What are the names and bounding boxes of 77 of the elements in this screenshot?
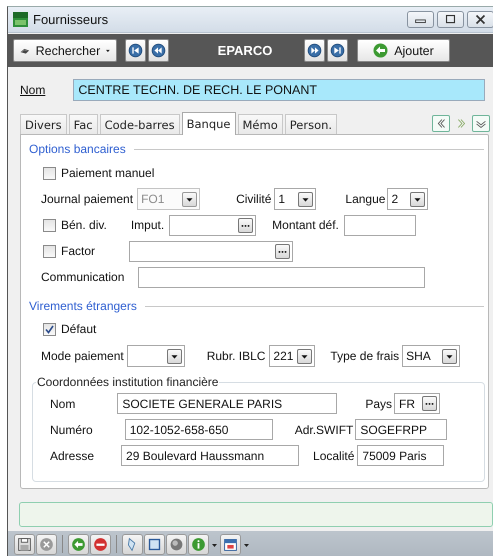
checkbox[interactable] xyxy=(43,218,56,232)
field-label: Journal paiement xyxy=(41,192,134,206)
add-button[interactable]: Ajouter xyxy=(357,39,450,62)
field-label: Communication xyxy=(41,270,124,284)
tab[interactable]: Person. xyxy=(284,114,338,134)
lookup-field[interactable] xyxy=(169,214,256,236)
checkbox[interactable] xyxy=(43,244,56,258)
field-label: Adr.SWIFT xyxy=(294,422,354,436)
close-button[interactable] xyxy=(467,11,493,28)
tab[interactable]: Banque xyxy=(182,112,236,135)
app-icon xyxy=(13,12,28,27)
dropdown[interactable] xyxy=(126,345,185,367)
field-label: Langue xyxy=(345,192,386,206)
checkbox[interactable] xyxy=(43,166,56,180)
field-label: Nom xyxy=(50,396,76,410)
delete-icon[interactable] xyxy=(90,534,111,554)
caret-icon[interactable] xyxy=(410,192,426,206)
field-label: Localité xyxy=(313,448,354,462)
field-label: Nom xyxy=(20,83,46,97)
dropdown[interactable]: 2 xyxy=(387,188,428,210)
calendar-icon[interactable] xyxy=(220,534,241,554)
field-label: Civilité xyxy=(236,192,272,206)
checkbox[interactable] xyxy=(43,322,56,336)
field-label: Adresse xyxy=(50,448,94,462)
field-label: Paiement manuel xyxy=(61,166,154,180)
input-field[interactable]: 29 Boulevard Haussmann xyxy=(121,445,300,466)
input-field[interactable] xyxy=(344,214,416,236)
dropdown[interactable]: 221 xyxy=(269,345,316,367)
first-record-button[interactable] xyxy=(125,39,146,62)
tab[interactable]: Fac xyxy=(68,114,98,134)
minimize-button[interactable] xyxy=(407,11,434,28)
caret-icon[interactable] xyxy=(297,348,312,364)
input-field[interactable] xyxy=(138,266,426,288)
field-label: Montant déf. xyxy=(272,218,339,232)
field-label: Imput. xyxy=(130,218,164,232)
browse-button[interactable] xyxy=(238,218,254,232)
input-field[interactable]: 75009 Paris xyxy=(357,445,444,466)
caret-icon[interactable] xyxy=(442,348,458,364)
dropdown[interactable]: 1 xyxy=(274,188,316,210)
previous-record-button[interactable] xyxy=(148,39,169,62)
lookup-field[interactable] xyxy=(129,240,294,262)
field-label: Mode paiement xyxy=(41,349,124,363)
save-icon[interactable] xyxy=(14,534,35,554)
field-label: Pays xyxy=(365,396,392,410)
next-record-button[interactable] xyxy=(304,39,325,62)
record-name: EPARCO xyxy=(216,43,274,58)
input-field[interactable]: SOCIETE GENERALE PARIS xyxy=(117,393,338,414)
group-title: Coordonnées institution financière xyxy=(37,375,218,389)
field-label: Factor xyxy=(61,244,96,258)
maximize-button[interactable] xyxy=(437,11,464,28)
field-label: Rubr. IBLC xyxy=(206,349,266,363)
tab[interactable]: Divers xyxy=(20,114,67,134)
caret-icon xyxy=(106,48,110,52)
window-title: Fournisseurs xyxy=(33,12,108,27)
caret-icon[interactable] xyxy=(166,348,182,364)
input-field[interactable]: CENTRE TECHN. DE RECH. LE PONANT xyxy=(73,79,486,101)
input-field[interactable]: 102-1052-658-650 xyxy=(124,419,273,440)
field-label: Défaut xyxy=(61,322,96,336)
input-field[interactable]: SOGEFRPP xyxy=(355,419,448,440)
lookup-field[interactable]: FR xyxy=(394,393,440,414)
field-label: Numéro xyxy=(50,422,93,436)
browse-button[interactable] xyxy=(275,244,290,258)
tab[interactable]: Mémo xyxy=(238,114,283,134)
last-record-button[interactable] xyxy=(327,39,348,62)
section-heading: Options bancaires xyxy=(29,142,126,156)
field-label: Type de frais xyxy=(330,349,400,363)
section-heading: Virements étrangers xyxy=(29,299,137,313)
tab[interactable]: Code-barres xyxy=(100,114,180,134)
window-icon[interactable] xyxy=(144,534,165,554)
previous-tab-button[interactable] xyxy=(432,115,450,132)
caret-icon[interactable] xyxy=(298,192,314,206)
browse-button[interactable] xyxy=(422,396,438,411)
search-button[interactable]: Rechercher xyxy=(13,39,117,62)
expand-button[interactable] xyxy=(472,115,490,132)
dropdown[interactable]: SHA xyxy=(402,345,460,367)
add-icon[interactable] xyxy=(68,534,89,554)
field-label: Bén. div. xyxy=(61,218,107,232)
